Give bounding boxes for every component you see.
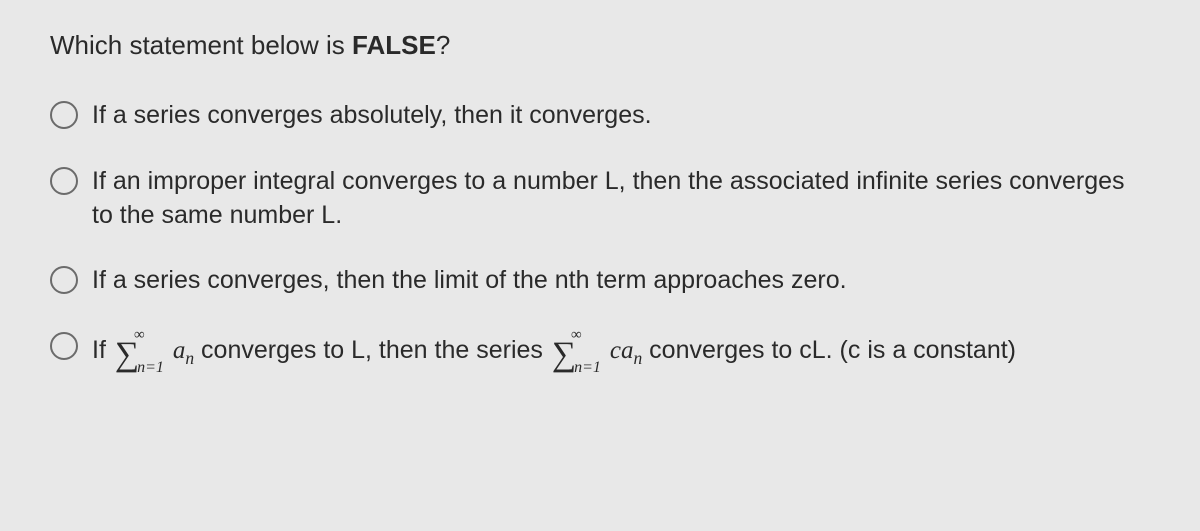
option-c-text: If a series converges, then the limit of… — [92, 264, 1150, 298]
option-d-p1: If — [92, 336, 113, 364]
sigma-symbol-2: ∑ — [552, 341, 576, 370]
term1-sub: n — [185, 348, 194, 368]
sigma-icon: ∞ ∑ n=1 — [115, 328, 164, 370]
sigma-lower: n=1 — [137, 360, 164, 376]
question-prompt: Which statement below is FALSE? — [50, 30, 1150, 61]
option-b-text: If an improper integral converges to a n… — [92, 165, 1150, 233]
term2-var: ca — [610, 337, 634, 364]
sigma-lower-2: n=1 — [574, 360, 601, 376]
question-suffix: ? — [436, 30, 450, 60]
option-d-p3: converges to cL. (c is a constant) — [642, 336, 1016, 364]
option-d[interactable]: If ∞ ∑ n=1 an converges to L, then the s… — [50, 330, 1150, 372]
option-a-text: If a series converges absolutely, then i… — [92, 99, 1150, 133]
term2-sub: n — [633, 348, 642, 368]
sigma-body: ∑ n=1 — [115, 341, 164, 370]
sigma-symbol: ∑ — [115, 341, 139, 370]
radio-c[interactable] — [50, 266, 78, 294]
option-d-text: If ∞ ∑ n=1 an converges to L, then the s… — [92, 330, 1150, 372]
radio-d[interactable] — [50, 332, 78, 360]
question-emph: FALSE — [352, 30, 436, 60]
question-prefix: Which statement below is — [50, 30, 352, 60]
sigma-body-2: ∑ n=1 — [552, 341, 601, 370]
option-c[interactable]: If a series converges, then the limit of… — [50, 264, 1150, 298]
option-b[interactable]: If an improper integral converges to a n… — [50, 165, 1150, 233]
term1-var: a — [173, 337, 186, 364]
radio-a[interactable] — [50, 101, 78, 129]
radio-b[interactable] — [50, 167, 78, 195]
option-a[interactable]: If a series converges absolutely, then i… — [50, 99, 1150, 133]
sigma-icon-2: ∞ ∑ n=1 — [552, 328, 601, 370]
option-d-p2: converges to L, then the series — [194, 336, 550, 364]
